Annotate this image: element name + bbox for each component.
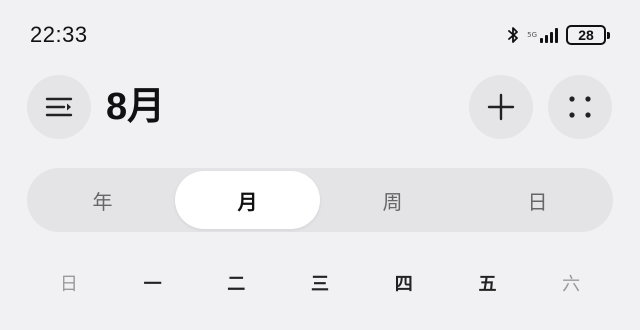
battery-level: 28	[566, 25, 606, 45]
menu-collapse-icon	[45, 97, 73, 117]
tab-year[interactable]: 年	[30, 171, 175, 229]
status-time: 22:33	[30, 22, 88, 47]
weekday-wednesday: 三	[311, 274, 330, 295]
weekday-sunday: 日	[59, 274, 78, 295]
weekday-monday: 一	[143, 274, 162, 295]
weekday-thursday: 四	[394, 274, 413, 295]
page-title: 8月	[106, 86, 166, 128]
network-type-label: 5G	[527, 30, 537, 39]
tab-month[interactable]: 月	[175, 171, 320, 229]
menu-button[interactable]	[27, 75, 91, 139]
add-event-button[interactable]	[469, 75, 533, 139]
signal-strength-icon: 5G	[527, 27, 558, 43]
battery-icon: 28	[566, 25, 610, 45]
status-bar: 22:33 5G 28	[0, 0, 640, 70]
weekday-friday: 五	[478, 274, 497, 295]
four-dots-icon	[569, 96, 591, 118]
weekday-saturday: 六	[562, 274, 581, 295]
tab-week[interactable]: 周	[320, 171, 465, 229]
weekday-header: 日 一 二 三 四 五 六	[27, 270, 613, 296]
header: 8月	[0, 74, 640, 140]
more-options-button[interactable]	[548, 75, 612, 139]
status-icons: 5G 28	[507, 25, 610, 45]
tab-day[interactable]: 日	[465, 171, 610, 229]
plus-icon	[487, 93, 515, 121]
bluetooth-icon	[508, 27, 519, 43]
weekday-tuesday: 二	[227, 274, 246, 295]
view-switcher: 年 月 周 日	[27, 168, 613, 232]
